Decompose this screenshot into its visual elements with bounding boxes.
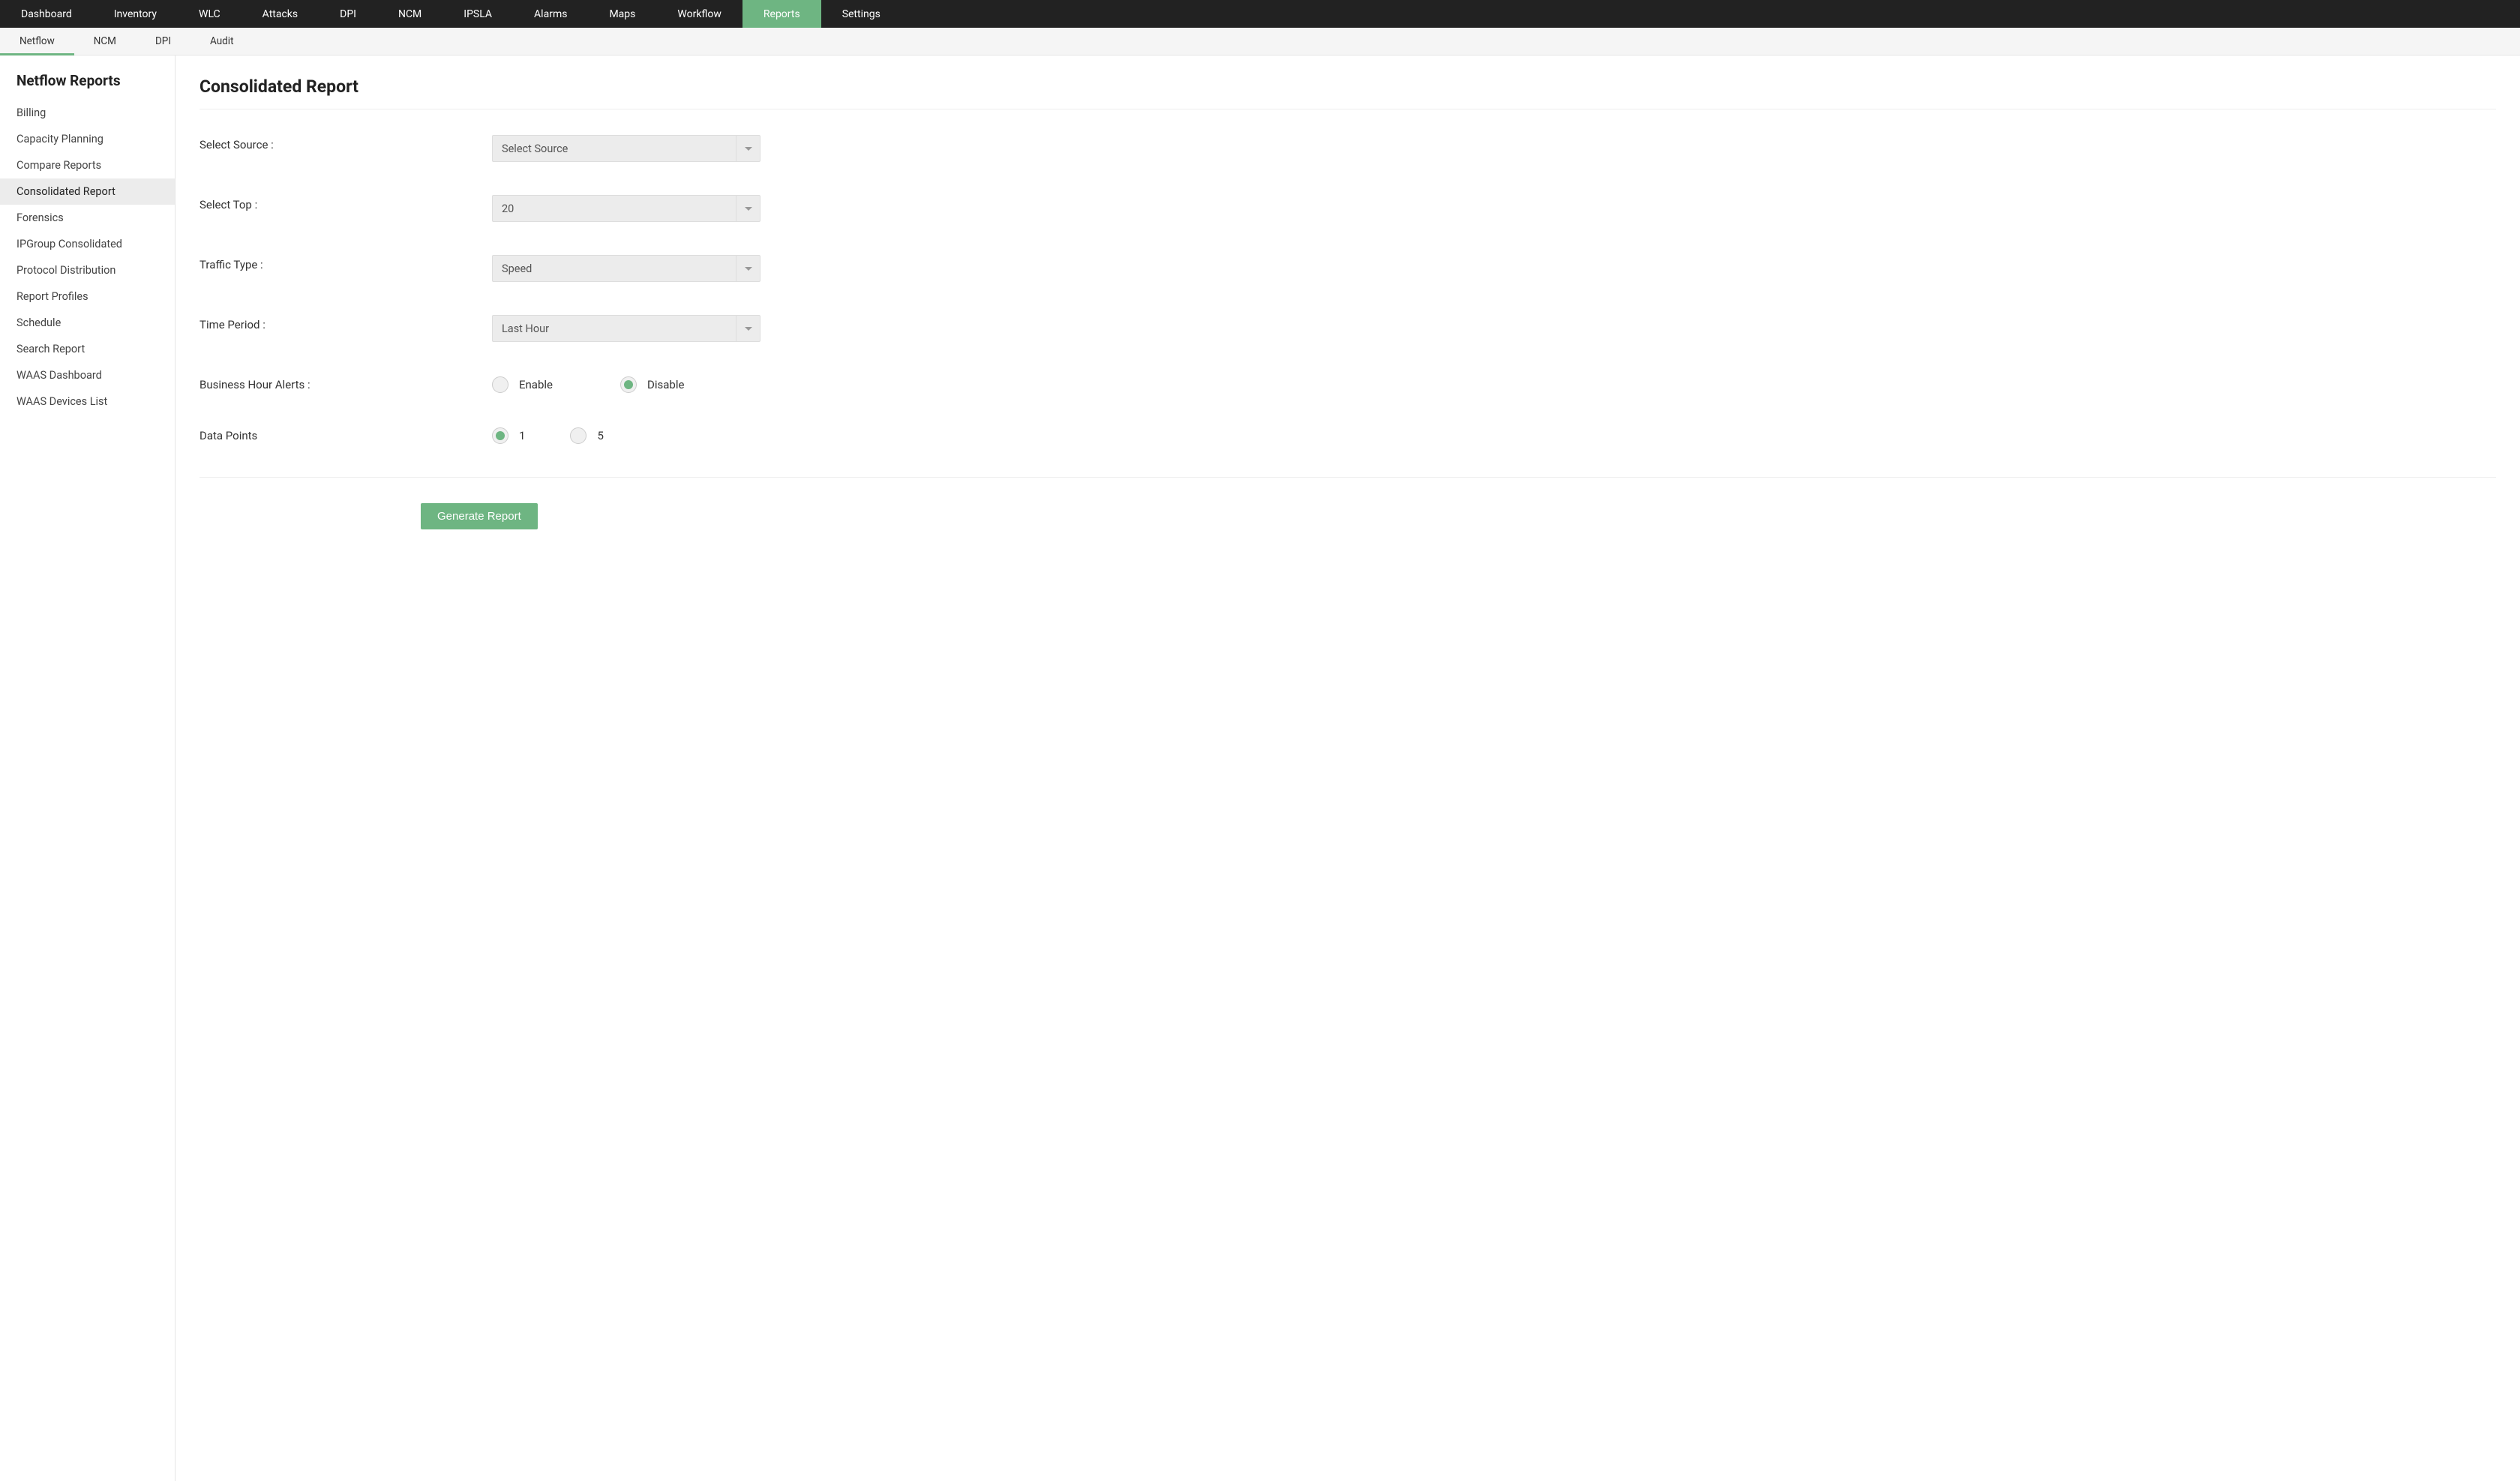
- row-time-period: Time Period : Last Hour: [200, 315, 2496, 342]
- sidebar: Netflow Reports Billing Capacity Plannin…: [0, 55, 176, 1481]
- radio-icon: [492, 376, 508, 393]
- dropdown-select-source[interactable]: Select Source: [492, 135, 760, 162]
- label-data-points: Data Points: [200, 426, 492, 442]
- sidebar-item-report-profiles[interactable]: Report Profiles: [0, 283, 175, 310]
- row-select-top: Select Top : 20: [200, 195, 2496, 222]
- nav-workflow[interactable]: Workflow: [656, 0, 742, 28]
- chevron-down-icon: [736, 196, 760, 221]
- chevron-down-icon: [736, 136, 760, 161]
- sidebar-item-search-report[interactable]: Search Report: [0, 336, 175, 362]
- subnav-dpi[interactable]: DPI: [136, 28, 190, 55]
- radio-icon: [570, 427, 586, 444]
- nav-alarms[interactable]: Alarms: [513, 0, 588, 28]
- sidebar-item-protocol-distribution[interactable]: Protocol Distribution: [0, 257, 175, 283]
- label-select-top: Select Top :: [200, 195, 492, 211]
- sidebar-item-waas-devices-list[interactable]: WAAS Devices List: [0, 388, 175, 415]
- sub-nav: Netflow NCM DPI Audit: [0, 28, 2520, 55]
- chevron-down-icon: [736, 256, 760, 281]
- dropdown-select-top[interactable]: 20: [492, 195, 760, 222]
- radio-group-bha: Enable Disable: [492, 375, 684, 393]
- radio-bha-enable[interactable]: Enable: [492, 376, 553, 393]
- sidebar-item-consolidated-report[interactable]: Consolidated Report: [0, 178, 175, 205]
- nav-ipsla[interactable]: IPSLA: [442, 0, 513, 28]
- row-select-source: Select Source : Select Source: [200, 135, 2496, 162]
- dropdown-time-period-value: Last Hour: [493, 316, 736, 341]
- content: Consolidated Report Select Source : Sele…: [176, 55, 2520, 1481]
- sidebar-item-waas-dashboard[interactable]: WAAS Dashboard: [0, 362, 175, 388]
- label-business-hour-alerts: Business Hour Alerts :: [200, 375, 492, 391]
- page-title: Consolidated Report: [200, 76, 2496, 109]
- radio-bha-disable[interactable]: Disable: [620, 376, 684, 393]
- sidebar-title: Netflow Reports: [0, 72, 175, 100]
- radio-datapoints-1-label: 1: [519, 429, 525, 442]
- row-business-hour-alerts: Business Hour Alerts : Enable Disable: [200, 375, 2496, 393]
- radio-bha-enable-label: Enable: [519, 378, 553, 391]
- radio-datapoints-5[interactable]: 5: [570, 427, 603, 444]
- chevron-down-icon: [736, 316, 760, 341]
- main-layout: Netflow Reports Billing Capacity Plannin…: [0, 55, 2520, 1481]
- radio-bha-disable-label: Disable: [647, 378, 684, 391]
- radio-datapoints-5-label: 5: [597, 429, 603, 442]
- divider: [200, 477, 2496, 478]
- sidebar-item-billing[interactable]: Billing: [0, 100, 175, 126]
- dropdown-time-period[interactable]: Last Hour: [492, 315, 760, 342]
- nav-maps[interactable]: Maps: [588, 0, 656, 28]
- radio-datapoints-1[interactable]: 1: [492, 427, 525, 444]
- subnav-netflow[interactable]: Netflow: [0, 28, 74, 55]
- sidebar-item-compare-reports[interactable]: Compare Reports: [0, 152, 175, 178]
- nav-dpi[interactable]: DPI: [319, 0, 377, 28]
- sidebar-item-ipgroup-consolidated[interactable]: IPGroup Consolidated: [0, 231, 175, 257]
- nav-attacks[interactable]: Attacks: [242, 0, 319, 28]
- row-traffic-type: Traffic Type : Speed: [200, 255, 2496, 282]
- nav-reports[interactable]: Reports: [742, 0, 821, 28]
- subnav-audit[interactable]: Audit: [190, 28, 254, 55]
- submit-row: Generate Report: [200, 503, 2496, 529]
- nav-ncm[interactable]: NCM: [377, 0, 442, 28]
- generate-report-button[interactable]: Generate Report: [421, 503, 538, 529]
- sidebar-item-schedule[interactable]: Schedule: [0, 310, 175, 336]
- radio-group-datapoints: 1 5: [492, 426, 604, 444]
- radio-icon: [492, 427, 508, 444]
- dropdown-traffic-type[interactable]: Speed: [492, 255, 760, 282]
- top-nav: Dashboard Inventory WLC Attacks DPI NCM …: [0, 0, 2520, 28]
- nav-settings[interactable]: Settings: [821, 0, 902, 28]
- label-time-period: Time Period :: [200, 315, 492, 331]
- subnav-ncm[interactable]: NCM: [74, 28, 136, 55]
- row-data-points: Data Points 1 5: [200, 426, 2496, 444]
- label-select-source: Select Source :: [200, 135, 492, 151]
- sidebar-item-forensics[interactable]: Forensics: [0, 205, 175, 231]
- label-traffic-type: Traffic Type :: [200, 255, 492, 271]
- nav-dashboard[interactable]: Dashboard: [0, 0, 93, 28]
- dropdown-select-top-value: 20: [493, 196, 736, 221]
- sidebar-item-capacity-planning[interactable]: Capacity Planning: [0, 126, 175, 152]
- radio-icon: [620, 376, 637, 393]
- nav-inventory[interactable]: Inventory: [93, 0, 178, 28]
- dropdown-select-source-value: Select Source: [493, 136, 736, 161]
- nav-wlc[interactable]: WLC: [178, 0, 242, 28]
- dropdown-traffic-type-value: Speed: [493, 256, 736, 281]
